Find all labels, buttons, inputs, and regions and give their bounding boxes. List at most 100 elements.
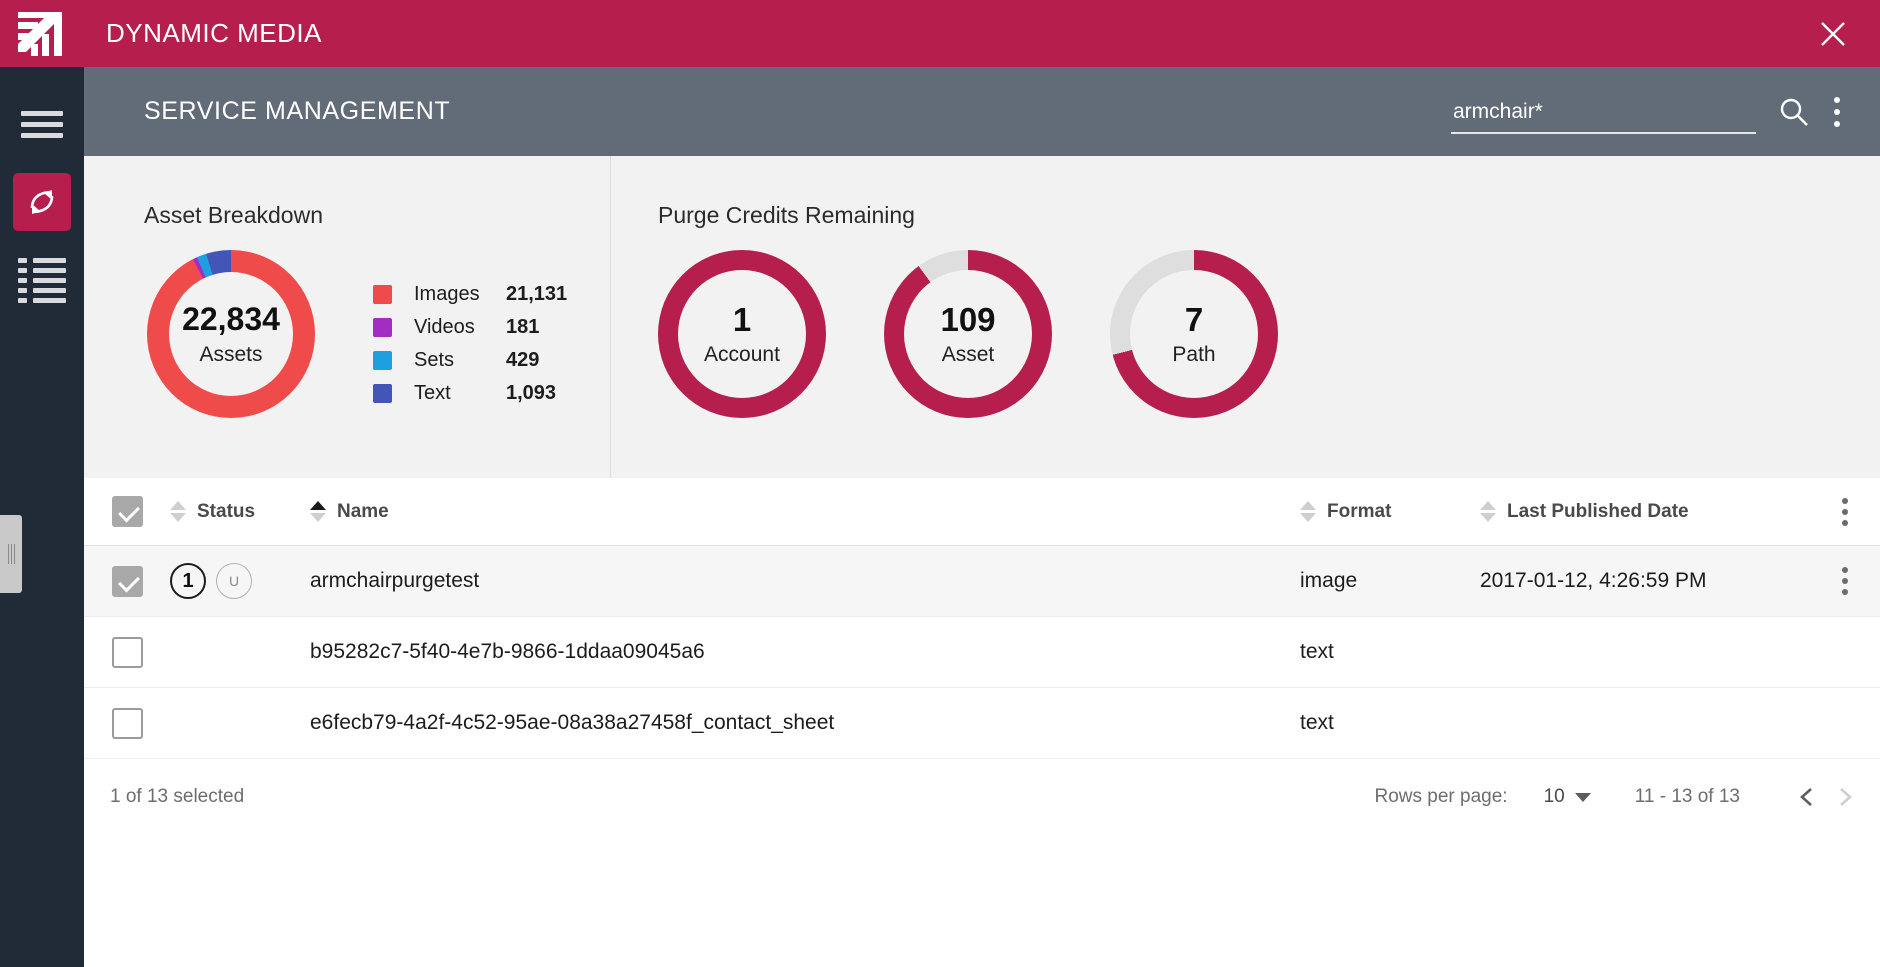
row-name: armchairpurgetest <box>310 569 480 592</box>
column-label-status: Status <box>197 500 256 522</box>
hamburger-menu-icon <box>21 105 63 144</box>
purge-credit-gauge: 109 Asset <box>884 250 1052 418</box>
legend-swatch <box>373 351 392 370</box>
gauge-value: 109 <box>940 301 996 338</box>
row-name: e6fecb79-4a2f-4c52-95ae-08a38a27458f_con… <box>310 711 835 734</box>
column-label-format: Format <box>1327 500 1392 522</box>
asset-total-label: Assets <box>199 343 263 366</box>
selected-count-label: 1 of 13 selected <box>110 786 245 807</box>
pagination-controls: Rows per page: 10 11 - 13 of 13 <box>1375 785 1863 809</box>
purge-credits-panel: Purge Credits Remaining 1 Account 109 Asset… <box>611 156 1880 478</box>
asset-breakdown-title: Asset Breakdown <box>144 202 323 228</box>
row-status-cell: 1U <box>170 563 310 599</box>
sort-date-icon[interactable] <box>1480 501 1496 522</box>
row-format: text <box>1300 711 1334 734</box>
purge-credits-title: Purge Credits Remaining <box>658 202 915 228</box>
sidebar-item-list[interactable] <box>0 241 84 319</box>
legend-value: 21,131 <box>506 283 568 305</box>
sort-name-icon[interactable] <box>310 501 326 522</box>
transfer-arrows-icon <box>13 173 71 231</box>
legend-item: Videos 181 <box>373 311 567 344</box>
dynamic-media-logo <box>12 6 68 62</box>
row-checkbox[interactable] <box>111 565 143 597</box>
legend-label: Text <box>414 382 451 404</box>
column-header-format[interactable]: Format <box>1300 501 1480 523</box>
purge-credit-gauge: 7 Path <box>1110 250 1278 418</box>
sidebar-item-transfer[interactable] <box>0 163 84 241</box>
row-actions-cell <box>1810 566 1880 596</box>
assets-table: Status Name Format Last Published Date 1… <box>84 478 1880 835</box>
legend-swatch <box>373 285 392 304</box>
search-field <box>1451 100 1756 134</box>
sort-format-icon[interactable] <box>1300 501 1316 522</box>
gauge-value: 1 <box>732 301 752 338</box>
close-icon[interactable] <box>1816 17 1850 51</box>
asset-total-value: 22,834 <box>182 301 280 337</box>
row-select-cell <box>84 707 170 739</box>
row-checkbox[interactable] <box>111 636 143 668</box>
legend-swatch <box>373 318 392 337</box>
legend-item: Images 21,131 <box>373 278 567 311</box>
column-header-status[interactable]: Status <box>170 501 310 523</box>
legend-label: Images <box>414 283 480 305</box>
legend-item: Text 1,093 <box>373 377 567 410</box>
brand-bar: DYNAMIC MEDIA <box>0 0 1880 67</box>
row-name: b95282c7-5f40-4e7b-9866-1ddaa09045a6 <box>310 640 705 663</box>
status-badge: U <box>216 563 252 599</box>
row-checkbox[interactable] <box>111 707 143 739</box>
asset-breakdown-legend: Images 21,131 Videos 181 Sets 429 Text 1,093 <box>373 278 567 418</box>
row-last-published-date: 2017-01-12, 4:26:59 PM <box>1480 569 1707 592</box>
legend-label: Videos <box>414 316 475 338</box>
legend-value: 1,093 <box>506 382 557 404</box>
select-all-cell <box>84 496 170 527</box>
asset-breakdown-panel: Asset Breakdown 22,834 Assets Images 21,1… <box>84 156 611 478</box>
chevron-down-icon[interactable] <box>1574 792 1591 802</box>
gauge-label: Path <box>1172 343 1216 366</box>
rows-per-page-label: Rows per page: <box>1374 786 1508 807</box>
row-select-cell <box>84 636 170 668</box>
dashboard: Asset Breakdown 22,834 Assets Images 21,1… <box>84 156 1880 478</box>
pagination-range-label: 11 - 13 of 13 <box>1634 786 1740 807</box>
table-options-more-vertical-icon[interactable] <box>1832 497 1858 527</box>
column-header-last-published-date[interactable]: Last Published Date <box>1480 501 1810 523</box>
table-row[interactable]: b95282c7-5f40-4e7b-9866-1ddaa09045a6 text <box>84 617 1880 688</box>
search-input[interactable] <box>1451 100 1756 134</box>
chevron-right-icon <box>1826 785 1862 809</box>
table-row[interactable]: e6fecb79-4a2f-4c52-95ae-08a38a27458f_con… <box>84 688 1880 759</box>
row-select-cell <box>84 565 170 597</box>
row-format: text <box>1300 640 1334 663</box>
row-format: image <box>1300 569 1358 592</box>
legend-label: Sets <box>414 349 455 371</box>
header-more-vertical-icon[interactable] <box>1822 95 1852 129</box>
search-icon[interactable] <box>1778 96 1810 128</box>
select-all-checkbox[interactable] <box>111 496 143 527</box>
row-more-vertical-icon[interactable] <box>1832 566 1858 596</box>
page-title: SERVICE MANAGEMENT <box>144 97 451 125</box>
gauge-label: Asset <box>941 343 995 366</box>
status-badge: 1 <box>170 563 206 599</box>
left-rail <box>0 67 84 967</box>
column-label-last-published-date: Last Published Date <box>1507 500 1689 522</box>
page-header: SERVICE MANAGEMENT <box>84 67 1880 156</box>
table-footer: 1 of 13 selected Rows per page: 10 11 - … <box>84 759 1880 835</box>
table-row[interactable]: 1 Uarmchairpurgetest image 2017-01-12, 4:26… <box>84 546 1880 617</box>
asset-breakdown-donut-chart: 22,834 Assets <box>147 250 315 418</box>
sort-status-icon[interactable] <box>170 501 186 522</box>
purge-credit-gauge: 1 Account <box>658 250 826 418</box>
legend-value: 181 <box>506 316 540 338</box>
rows-per-page-value[interactable]: 10 <box>1544 786 1565 808</box>
legend-item: Sets 429 <box>373 344 567 377</box>
column-header-name[interactable]: Name <box>310 501 1300 523</box>
chevron-left-icon[interactable] <box>1790 785 1826 809</box>
drag-handle-icon[interactable] <box>0 515 22 593</box>
legend-swatch <box>373 384 392 403</box>
brand-title: DYNAMIC MEDIA <box>106 18 322 48</box>
list-view-icon <box>18 257 66 303</box>
purge-credit-gauges: 1 Account 109 Asset 7 Path <box>658 250 1278 418</box>
table-body: 1 Uarmchairpurgetest image 2017-01-12, 4:26… <box>84 546 1880 759</box>
gauge-label: Account <box>704 343 780 366</box>
dynamic-media-app: DYNAMIC MEDIA SERVICE MANAGEMENT armchai… <box>0 0 1880 967</box>
legend-value: 429 <box>506 349 540 371</box>
table-header-row: Status Name Format Last Published Date <box>84 478 1880 546</box>
sidebar-item-menu[interactable] <box>0 85 84 163</box>
